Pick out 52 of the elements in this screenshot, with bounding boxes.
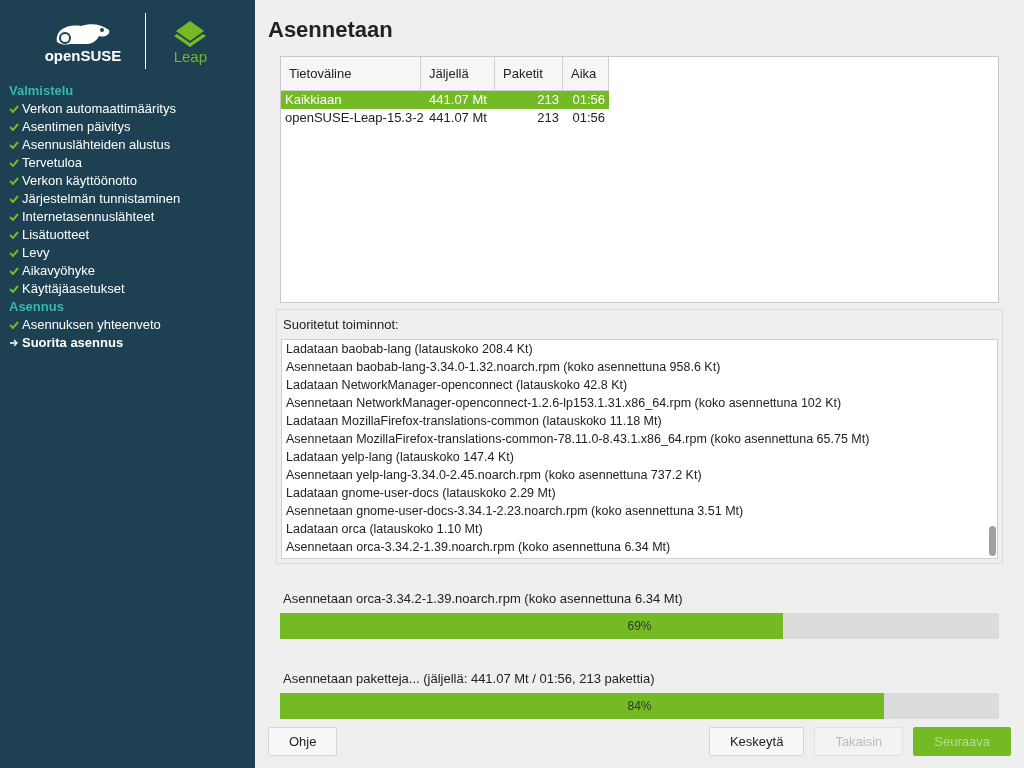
table-row[interactable]: openSUSE-Leap-15.3-2 441.07 Mt 213 01:56: [281, 109, 609, 127]
arrow-icon: [9, 339, 19, 347]
checkmark-icon: [9, 321, 19, 329]
step-item: Levy: [22, 244, 50, 263]
log-line: Ladataan gnome-user-docs (latauskoko 2.29 Mt): [286, 485, 557, 502]
log-line: Ladataan MozillaFirefox-translations-common (latauskoko 11.18 Mt): [286, 413, 663, 430]
step-item: Asennuslähteiden alustus: [22, 136, 171, 155]
progress-reading: 84%: [626, 698, 653, 715]
step-item: Asennuksen yhteenveto: [22, 316, 161, 335]
table-cell-text: openSUSE-Leap-15.3-2: [284, 109, 421, 128]
dialog-button[interactable]: Keskeytä: [708, 727, 805, 756]
log-line: Ladataan yelp-lang (latauskoko 147.4 Kt): [286, 449, 515, 466]
progress-label: Asennetaan paketteja... (jäljellä: 441.07 Mt / 01:56, 213 pakettia): [282, 670, 656, 688]
section-heading: Asennus: [9, 298, 65, 316]
step-item: Asentimen päivitys: [22, 118, 131, 137]
table-cell-text: Kaikkiaan: [284, 91, 343, 110]
log-line: Ladataan baobab-lang (latauskoko 208.4 Kt): [286, 341, 534, 358]
dialog-button[interactable]: Ohje: [268, 727, 338, 756]
table-cell-text: 213: [536, 109, 560, 128]
log-line: Asennetaan baobab-lang-3.34.0-1.32.noarch.rpm (koko asennettuna 958.6 Kt): [286, 359, 722, 376]
table-cell-text: 213: [536, 91, 560, 110]
table-cell-text: 01:56: [571, 109, 606, 128]
page-title: Asennetaan: [268, 16, 394, 44]
section-heading: Valmistelu: [9, 82, 75, 100]
progress-reading: 69%: [626, 618, 653, 635]
log-line: Ladataan NetworkManager-openconnect (latauskoko 42.8 Kt): [286, 377, 629, 394]
step-item: Aikavyöhyke: [22, 262, 95, 281]
brand-logo-text: openSUSE: [44, 47, 122, 63]
table-cell-text: 01:56: [571, 91, 606, 110]
step-item: Lisätuotteet: [22, 226, 90, 245]
table-cell-text: 441.07 Mt: [428, 91, 488, 110]
step-item: Internetasennuslähteet: [22, 208, 155, 227]
step-item: Suorita asennus: [22, 334, 124, 353]
column-header[interactable]: Tietoväline: [281, 57, 421, 91]
log-line: Asennetaan MozillaFirefox-translations-common-78.11.0-8.43.1.x86_64.rpm (koko asennettuna 65.75 Mt): [286, 431, 871, 448]
step-item: Verkon automaattimääritys: [22, 100, 176, 119]
column-header[interactable]: Jäljellä: [421, 57, 495, 91]
step-item: Verkon käyttöönotto: [22, 172, 137, 191]
log-line: Ladataan orca (latauskoko 1.10 Mt): [286, 521, 484, 538]
table-cell-text: 441.07 Mt: [428, 109, 488, 128]
log-label: Suoritetut toiminnot:: [282, 315, 400, 334]
step-item: Tervetuloa: [22, 154, 82, 173]
log-line: Asennetaan yelp-lang-3.34.0-2.45.noarch.rpm (koko asennettuna 737.2 Kt): [286, 467, 703, 484]
log-line: Asennetaan orca-3.34.2-1.39.noarch.rpm (koko asennettuna 6.34 Mt): [286, 539, 672, 556]
log-line: Asennetaan NetworkManager-openconnect-1.2.6-lp153.1.31.x86_64.rpm (koko asennettuna 102 Kt): [286, 395, 843, 412]
step-item: Käyttäjäasetukset: [22, 280, 125, 299]
product-logo-text: Leap: [173, 48, 208, 64]
column-header[interactable]: Aika: [563, 57, 609, 91]
log-line: Asennetaan gnome-user-docs-3.34.1-2.23.noarch.rpm (koko asennettuna 3.51 Mt): [286, 503, 745, 520]
progress-label: Asennetaan orca-3.34.2-1.39.noarch.rpm (koko asennettuna 6.34 Mt): [282, 590, 684, 608]
column-header[interactable]: Paketit: [495, 57, 563, 91]
step-item: Järjestelmän tunnistaminen: [22, 190, 181, 209]
